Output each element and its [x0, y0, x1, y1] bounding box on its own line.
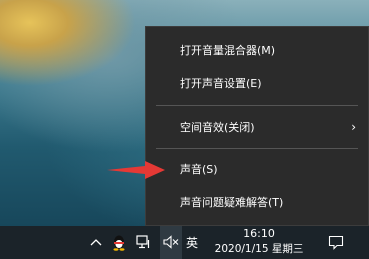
menu-item-label: 声音问题疑难解答(T) [180, 196, 284, 209]
menu-item-open-sound-settings[interactable]: 打开声音设置(E) [146, 69, 368, 97]
taskbar: 英 16:10 2020/1/15 星期三 [0, 226, 369, 259]
network-icon[interactable] [135, 234, 153, 250]
menu-item-spatial-sound[interactable]: 空间音效(关闭) › [146, 113, 368, 141]
menu-separator [156, 148, 358, 149]
menu-item-sounds[interactable]: 声音(S) [146, 155, 368, 183]
qq-icon[interactable] [110, 233, 128, 251]
menu-item-troubleshoot-sound[interactable]: 声音问题疑难解答(T) [146, 188, 368, 216]
chevron-right-icon: › [351, 120, 356, 134]
volume-muted-icon[interactable] [160, 234, 182, 250]
ime-indicator[interactable]: 英 [186, 234, 198, 251]
menu-item-label: 打开声音设置(E) [180, 77, 262, 90]
clock-date[interactable]: 2020/1/15 星期三 [214, 241, 304, 256]
menu-item-label: 声音(S) [180, 163, 218, 176]
notification-icon[interactable] [326, 233, 346, 251]
clock-time[interactable]: 16:10 [229, 227, 289, 240]
red-arrow-annotation [107, 161, 165, 179]
menu-separator [156, 105, 358, 106]
menu-item-label: 空间音效(关闭) [180, 121, 255, 134]
chevron-up-icon[interactable] [88, 234, 104, 250]
menu-item-label: 打开音量混合器(M) [180, 44, 276, 57]
menu-item-open-volume-mixer[interactable]: 打开音量混合器(M) [146, 36, 368, 64]
volume-context-menu: 打开音量混合器(M) 打开声音设置(E) 空间音效(关闭) › 声音(S) 声音… [145, 26, 369, 226]
